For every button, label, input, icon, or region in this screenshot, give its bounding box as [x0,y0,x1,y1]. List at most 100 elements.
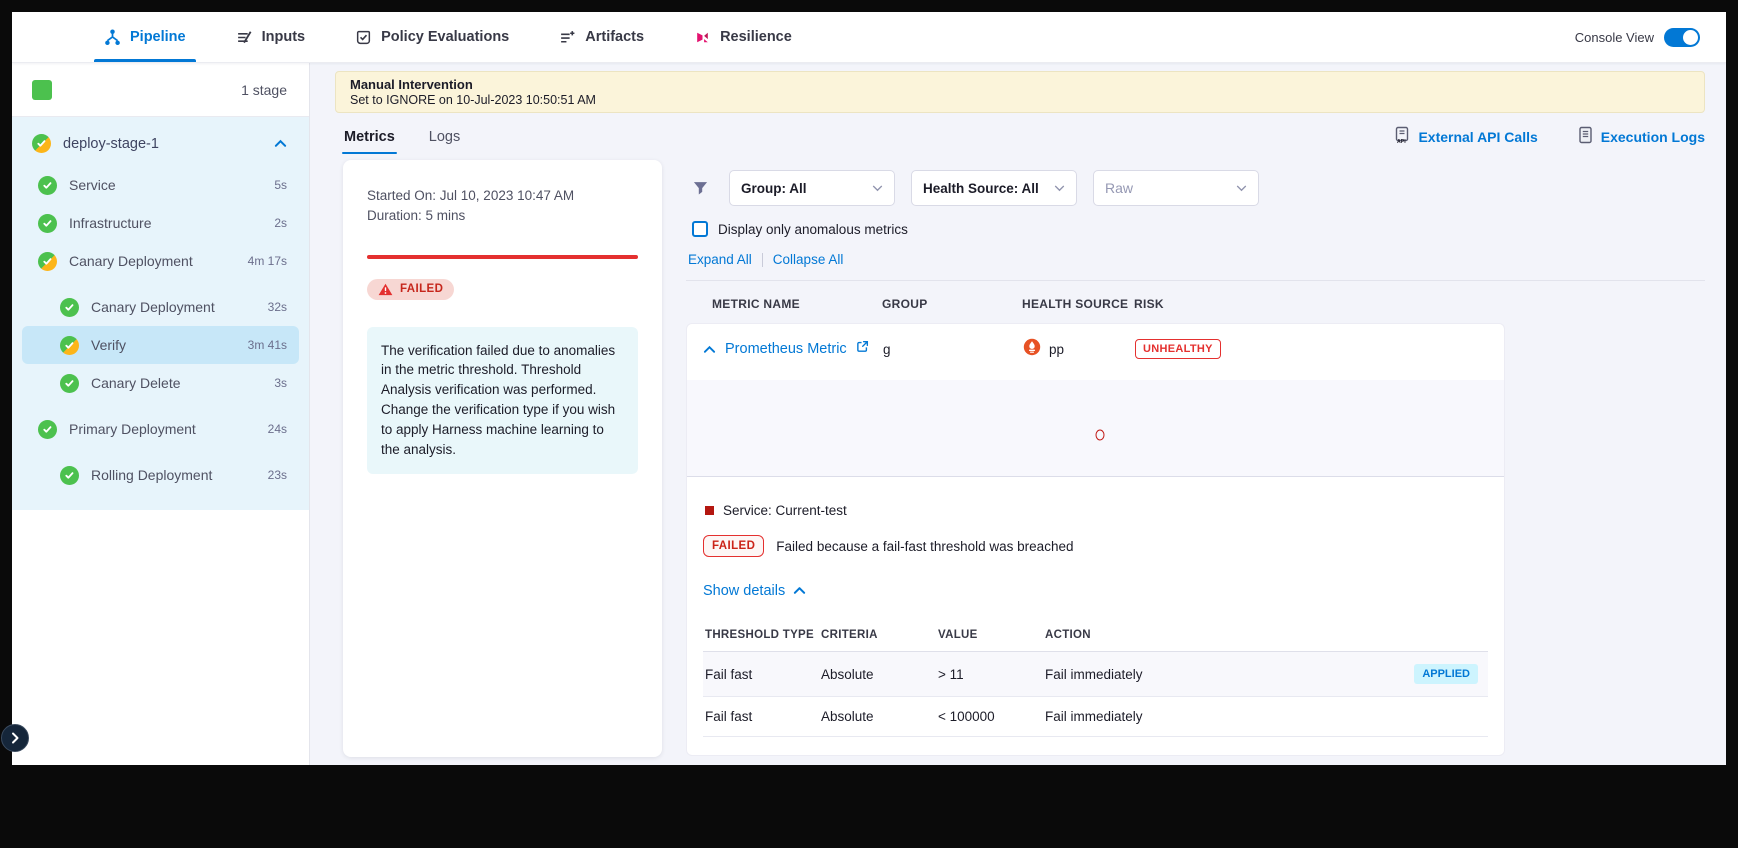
risk-badge-unhealthy: UNHEALTHY [1135,339,1221,359]
view-tab-bar: Metrics Logs API External API Calls Exec… [335,113,1705,160]
tab-inputs-label: Inputs [262,29,306,45]
col-group: GROUP [882,297,1022,311]
tab-pipeline[interactable]: Pipeline [100,12,190,62]
main-panel: Manual Intervention Set to IGNORE on 10-… [310,63,1726,765]
metric-card: Prometheus Metric g pp UNHEALTHY [686,323,1505,756]
success-icon [38,420,57,439]
failed-progress-bar [367,255,638,259]
col-action: ACTION [1045,629,1398,641]
metrics-region: Group: All Health Source: All Raw [686,160,1705,757]
api-document-icon: API [1394,126,1410,147]
document-icon [1578,126,1593,147]
stage-summary-row[interactable]: 1 stage [12,63,309,117]
inputs-icon [236,29,253,46]
execution-logs-link[interactable]: Execution Logs [1578,126,1705,147]
health-source-filter-select[interactable]: Health Source: All [911,170,1077,206]
step-primary-deployment[interactable]: Primary Deployment 24s [12,410,309,448]
step-canary-delete[interactable]: Canary Delete 3s [12,364,309,402]
warning-triangle-icon [378,283,393,296]
col-value: VALUE [938,629,1045,641]
success-icon [60,374,79,393]
sidebar-expand-button[interactable] [1,724,29,752]
external-link-icon[interactable] [856,340,869,358]
step-list: Service 5s Infrastructure 2s Canary Depl… [12,166,309,494]
tab-metrics[interactable]: Metrics [344,113,395,160]
chart-legend: Service: Current-test [703,503,1488,518]
svg-text:API: API [1397,139,1406,144]
console-view-toggle[interactable] [1664,28,1700,47]
manual-intervention-banner: Manual Intervention Set to IGNORE on 10-… [335,71,1705,113]
banner-title: Manual Intervention [350,77,1690,92]
top-navigation: Pipeline Inputs Policy Evaluations Artif… [12,12,1726,63]
tab-artifacts[interactable]: Artifacts [555,12,648,62]
console-view-label: Console View [1575,30,1654,45]
warning-success-icon [60,336,79,355]
metric-chart [687,380,1504,477]
verification-message: The verification failed due to anomalies… [367,327,638,475]
collapse-all-link[interactable]: Collapse All [773,252,844,267]
metric-group-value: g [883,342,1023,357]
raw-filter-select[interactable]: Raw [1093,170,1259,206]
health-source-value: pp [1049,342,1064,357]
success-icon [38,214,57,233]
step-canary-deployment-group[interactable]: Canary Deployment 4m 17s [12,242,309,280]
tab-resilience-label: Resilience [720,29,792,45]
metrics-table-header: METRIC NAME GROUP HEALTH SOURCE RISK [686,281,1705,323]
legend-label: Service: Current-test [723,503,847,518]
stage-warning-success-icon [32,134,51,153]
stage-header-deploy-stage-1[interactable]: deploy-stage-1 [12,117,309,166]
metric-name-link[interactable]: Prometheus Metric [725,341,847,357]
anomalous-metrics-checkbox[interactable] [692,221,708,237]
stage-section: deploy-stage-1 Service 5s Infrastructure [12,117,309,510]
filter-funnel-icon[interactable] [692,180,709,197]
tab-pipeline-label: Pipeline [130,29,186,45]
toggle-knob [1683,30,1698,45]
stage-success-square-icon [32,80,52,100]
stage-collapse-chevron-up-icon[interactable] [274,135,287,153]
divider [762,253,763,267]
step-rolling-deployment[interactable]: Rolling Deployment 23s [12,456,309,494]
group-filter-select[interactable]: Group: All [729,170,895,206]
policy-evaluations-icon [355,29,372,46]
tab-inputs[interactable]: Inputs [232,12,310,62]
chevron-up-icon [793,583,806,599]
warning-success-icon [38,252,57,271]
chevron-down-icon [1236,185,1247,192]
chevron-down-icon [1054,185,1065,192]
success-icon [60,298,79,317]
step-infrastructure[interactable]: Infrastructure 2s [12,204,309,242]
expand-all-link[interactable]: Expand All [688,252,752,267]
stage-count: 1 stage [241,82,289,98]
stage-name: deploy-stage-1 [63,136,159,152]
threshold-table-header: THRESHOLD TYPE CRITERIA VALUE ACTION [703,621,1488,652]
duration: Duration: 5 mins [367,206,638,226]
banner-message: Set to IGNORE on 10-Jul-2023 10:50:51 AM [350,93,1690,107]
tab-artifacts-label: Artifacts [585,29,644,45]
tab-logs[interactable]: Logs [429,113,460,160]
started-on: Started On: Jul 10, 2023 10:47 AM [367,186,638,206]
execution-sidebar: 1 stage deploy-stage-1 Service [12,63,310,765]
external-api-calls-link[interactable]: API External API Calls [1394,126,1537,147]
success-icon [60,466,79,485]
chevron-right-icon [11,732,19,744]
applied-badge: APPLIED [1414,664,1478,684]
collapse-metric-chevron-up-icon[interactable] [703,345,716,354]
tab-resilience[interactable]: Resilience [690,12,796,62]
threshold-row: Fail fast Absolute < 100000 Fail immedia… [703,697,1488,737]
chevron-down-icon [872,185,883,192]
col-threshold-type: THRESHOLD TYPE [705,629,821,641]
step-canary-deployment[interactable]: Canary Deployment 32s [12,288,309,326]
step-service[interactable]: Service 5s [12,166,309,204]
success-icon [38,176,57,195]
fail-reason-row: FAILED Failed because a fail-fast thresh… [703,535,1488,557]
metric-row[interactable]: Prometheus Metric g pp UNHEALTHY [687,324,1504,374]
show-details-toggle[interactable]: Show details [703,583,1488,599]
app-window: Pipeline Inputs Policy Evaluations Artif… [12,12,1726,765]
col-health-source: HEALTH SOURCE [1022,297,1134,311]
col-risk: RISK [1134,297,1705,311]
anomalous-point[interactable] [1095,429,1104,440]
tab-policy-evaluations-label: Policy Evaluations [381,29,509,45]
tab-policy-evaluations[interactable]: Policy Evaluations [351,12,513,62]
step-verify[interactable]: Verify 3m 41s [22,326,299,364]
anomalous-metrics-checkbox-row[interactable]: Display only anomalous metrics [692,221,1705,237]
